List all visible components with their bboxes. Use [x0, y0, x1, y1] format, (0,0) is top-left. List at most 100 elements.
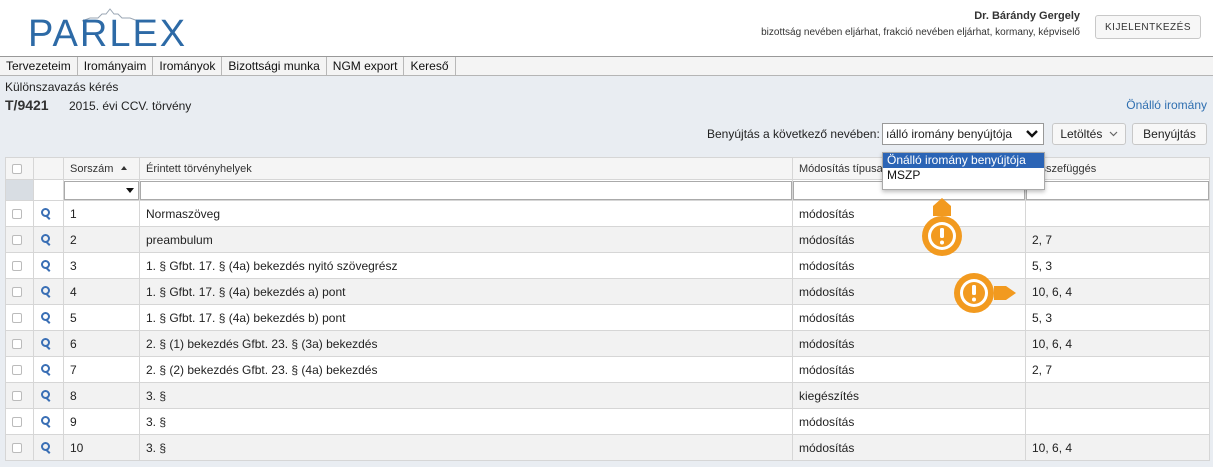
- row-checkbox-cell[interactable]: [5, 200, 34, 227]
- row-affected: 2. § (1) bekezdés Gfbt. 23. § (3a) bekez…: [139, 330, 793, 357]
- row-checkbox-cell[interactable]: [5, 330, 34, 357]
- row-view-cell[interactable]: [33, 278, 64, 305]
- menu-item-tervezeteim[interactable]: Tervezeteim: [0, 57, 78, 75]
- row-view-cell[interactable]: [33, 434, 64, 461]
- magnifier-icon[interactable]: [40, 416, 50, 428]
- magnifier-icon[interactable]: [40, 312, 50, 324]
- logo-text: PARLEX: [28, 13, 188, 55]
- magnifier-icon[interactable]: [40, 390, 50, 402]
- row-relation: [1025, 200, 1210, 227]
- select-value: ıálló iromány benyújtója: [886, 127, 1013, 141]
- magnifier-icon[interactable]: [40, 286, 50, 298]
- header-affected[interactable]: Érintett törvényhelyek: [139, 157, 793, 180]
- own-document-link[interactable]: Önálló iromány: [1126, 98, 1207, 112]
- row-checkbox-cell[interactable]: [5, 434, 34, 461]
- row-view-cell[interactable]: [33, 200, 64, 227]
- row-affected: 1. § Gfbt. 17. § (4a) bekezdés b) pont: [139, 304, 793, 331]
- table-row[interactable]: 3 1. § Gfbt. 17. § (4a) bekezdés nyitó sz…: [5, 252, 1210, 279]
- number-filter[interactable]: [63, 179, 140, 201]
- row-checkbox-cell[interactable]: [5, 226, 34, 253]
- table-row[interactable]: 4 1. § Gfbt. 17. § (4a) bekezdés a) pont m…: [5, 278, 1210, 305]
- main-content: Különszavazás kérés T/9421 2015. évi CCV…: [0, 76, 1213, 467]
- row-checkbox-cell[interactable]: [5, 252, 34, 279]
- row-checkbox[interactable]: [12, 365, 22, 376]
- relation-filter[interactable]: [1025, 179, 1210, 201]
- menu-item-iromanyaim[interactable]: Irományaim: [78, 57, 154, 75]
- row-checkbox-cell[interactable]: [5, 382, 34, 409]
- row-checkbox[interactable]: [12, 339, 22, 350]
- row-checkbox-cell[interactable]: [5, 356, 34, 383]
- row-checkbox[interactable]: [12, 443, 22, 454]
- row-checkbox[interactable]: [12, 235, 22, 246]
- row-mod-type: módosítás: [792, 434, 1026, 461]
- document-id: T/9421: [5, 97, 49, 113]
- row-view-cell[interactable]: [33, 356, 64, 383]
- row-checkbox[interactable]: [12, 391, 22, 402]
- filter-cell: [33, 179, 64, 201]
- row-number: 7: [63, 356, 140, 383]
- magnifier-icon[interactable]: [40, 260, 50, 272]
- magnifier-icon[interactable]: [40, 208, 50, 220]
- magnifier-icon[interactable]: [40, 338, 50, 350]
- logout-button[interactable]: KIJELENTKEZÉS: [1095, 15, 1201, 39]
- table-row[interactable]: 8 3. § kiegészítés: [5, 382, 1210, 409]
- header-number[interactable]: Sorszám: [63, 157, 140, 180]
- warning-icon: [922, 198, 962, 256]
- row-checkbox[interactable]: [12, 209, 22, 220]
- row-affected: 1. § Gfbt. 17. § (4a) bekezdés a) pont: [139, 278, 793, 305]
- row-view-cell[interactable]: [33, 408, 64, 435]
- option-own-submitter[interactable]: Önálló iromány benyújtója: [883, 153, 1044, 168]
- row-checkbox[interactable]: [12, 313, 22, 324]
- row-checkbox-cell[interactable]: [5, 278, 34, 305]
- magnifier-icon[interactable]: [40, 234, 50, 246]
- row-checkbox[interactable]: [12, 287, 22, 298]
- row-mod-type: módosítás: [792, 356, 1026, 383]
- select-all-checkbox[interactable]: [12, 163, 22, 174]
- menu-item-bizottsagi-munka[interactable]: Bizottsági munka: [222, 57, 327, 75]
- relation-filter-input[interactable]: [1026, 180, 1209, 200]
- row-affected: 3. §: [139, 434, 793, 461]
- row-checkbox[interactable]: [12, 417, 22, 428]
- row-relation: 10, 6, 4: [1025, 434, 1210, 461]
- row-view-cell[interactable]: [33, 382, 64, 409]
- breadcrumb: Különszavazás kérés: [5, 80, 119, 94]
- user-roles: bizottság nevében eljárhat, frakció nevé…: [761, 27, 1080, 38]
- row-view-cell[interactable]: [33, 226, 64, 253]
- row-view-cell[interactable]: [33, 252, 64, 279]
- magnifier-icon[interactable]: [40, 364, 50, 376]
- row-relation: 10, 6, 4: [1025, 278, 1210, 305]
- sort-ascending-icon[interactable]: [121, 165, 128, 170]
- menu-item-iromanyok[interactable]: Irományok: [153, 57, 223, 75]
- download-button[interactable]: Letöltés: [1052, 123, 1126, 145]
- row-checkbox-cell[interactable]: [5, 408, 34, 435]
- row-view-cell[interactable]: [33, 304, 64, 331]
- table-row[interactable]: 5 1. § Gfbt. 17. § (4a) bekezdés b) pont m…: [5, 304, 1210, 331]
- chevron-down-icon[interactable]: [1021, 124, 1043, 144]
- number-filter-select[interactable]: [64, 180, 139, 200]
- table-row[interactable]: 2 preambulum módosítás 2, 7: [5, 226, 1210, 253]
- submit-button[interactable]: Benyújtás: [1132, 123, 1207, 145]
- affected-filter-input[interactable]: [140, 180, 792, 200]
- header-relation[interactable]: Összefüggés: [1025, 157, 1210, 180]
- row-view-cell[interactable]: [33, 330, 64, 357]
- table-row[interactable]: 7 2. § (2) bekezdés Gfbt. 23. § (4a) beke…: [5, 356, 1210, 383]
- row-mod-type: módosítás: [792, 226, 1026, 253]
- table-row[interactable]: 1 Normaszöveg módosítás: [5, 200, 1210, 227]
- table-row[interactable]: 6 2. § (1) bekezdés Gfbt. 23. § (3a) beke…: [5, 330, 1210, 357]
- row-checkbox[interactable]: [12, 261, 22, 272]
- parlex-logo[interactable]: PARLEX: [28, 8, 185, 54]
- magnifier-icon[interactable]: [40, 442, 50, 454]
- select-all-cell[interactable]: [5, 157, 34, 180]
- row-relation: 5, 3: [1025, 252, 1210, 279]
- submit-on-behalf-select[interactable]: ıálló iromány benyújtója: [882, 123, 1044, 145]
- menu-item-kereso[interactable]: Kereső: [404, 57, 456, 75]
- main-menu: Tervezeteim Irományaim Irományok Bizotts…: [0, 56, 1213, 76]
- affected-filter[interactable]: [139, 179, 793, 201]
- table-row[interactable]: 9 3. § módosítás: [5, 408, 1210, 435]
- table-row[interactable]: 10 3. § módosítás 10, 6, 4: [5, 434, 1210, 461]
- row-number: 1: [63, 200, 140, 227]
- row-checkbox-cell[interactable]: [5, 304, 34, 331]
- option-mszp[interactable]: MSZP: [883, 168, 1044, 183]
- row-number: 2: [63, 226, 140, 253]
- menu-item-ngm-export[interactable]: NGM export: [327, 57, 405, 75]
